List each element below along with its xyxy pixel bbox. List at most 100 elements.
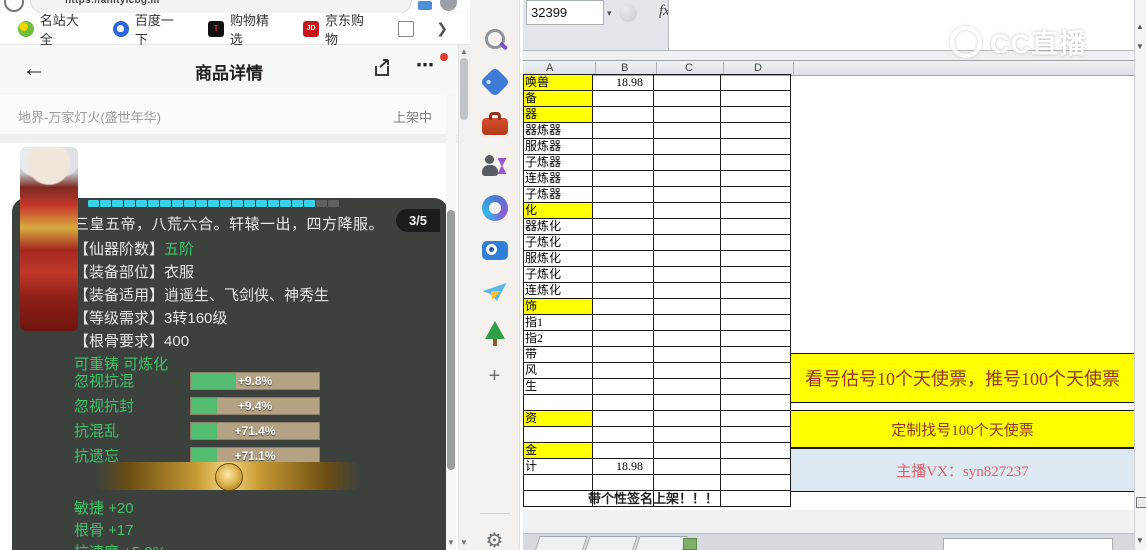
browser-extension-icon[interactable]	[418, 1, 432, 10]
vertical-scrollbar[interactable]	[1134, 0, 1146, 550]
tag-icon[interactable]	[479, 66, 510, 98]
cell-b[interactable]	[593, 395, 654, 411]
cell-b[interactable]	[593, 91, 654, 107]
cancel-entry-button[interactable]	[619, 4, 637, 22]
cell-d[interactable]	[721, 331, 791, 347]
plus-icon[interactable]: +	[482, 363, 508, 389]
cell-a[interactable]: 子炼化	[524, 235, 593, 251]
name-box[interactable]: 32399	[526, 0, 604, 25]
cell-b[interactable]	[593, 315, 654, 331]
column-header-b[interactable]: B	[621, 61, 628, 75]
page-indicator[interactable]: 3/5	[396, 209, 440, 232]
bookmark-item[interactable]: 名站大全	[18, 10, 91, 48]
cell-c[interactable]	[654, 395, 721, 411]
announcement-cell[interactable]: 定制找号100个天使票	[790, 410, 1135, 448]
cell-c[interactable]	[654, 411, 721, 427]
cell-a[interactable]: 子炼器	[524, 187, 593, 203]
ring-icon[interactable]	[481, 195, 508, 221]
cell-d[interactable]	[721, 427, 791, 443]
cell-b[interactable]	[593, 139, 654, 155]
star-icon[interactable]: ☆	[249, 0, 257, 3]
cell-a[interactable]: 指2	[524, 331, 593, 347]
cell-a[interactable]: 生	[524, 379, 593, 395]
cell-d[interactable]	[721, 283, 791, 299]
scroll-down-icon[interactable]: ▼	[1136, 536, 1144, 545]
cell-b[interactable]	[593, 379, 654, 395]
cell-b[interactable]	[593, 267, 654, 283]
search-icon[interactable]	[482, 27, 508, 53]
cell-a[interactable]: 资	[524, 411, 593, 427]
cell-c[interactable]	[654, 331, 721, 347]
cell-a[interactable]: 备	[524, 91, 593, 107]
cell-a[interactable]: 风	[524, 363, 593, 379]
scroll-up-icon[interactable]: ▲	[460, 47, 468, 56]
cell-d[interactable]	[721, 347, 791, 363]
cell-d[interactable]	[721, 123, 791, 139]
cell-a[interactable]	[524, 491, 593, 507]
cell-b[interactable]	[593, 171, 654, 187]
cell-d[interactable]	[721, 459, 791, 475]
cell-c[interactable]	[654, 75, 721, 91]
cell-a[interactable]	[524, 395, 593, 411]
cell-a[interactable]: 器	[524, 107, 593, 123]
cell-b[interactable]	[593, 203, 654, 219]
cell-c[interactable]	[654, 251, 721, 267]
cell-a[interactable]: 指1	[524, 315, 593, 331]
cell-a[interactable]: 饰	[524, 299, 593, 315]
bookmark-item[interactable]: T 购物精选	[208, 10, 281, 48]
cell-b[interactable]	[593, 411, 654, 427]
profile-avatar[interactable]	[440, 0, 457, 11]
cell-c[interactable]	[654, 219, 721, 235]
cell-a[interactable]: 唤兽	[524, 75, 593, 91]
scroll-down-icon[interactable]: ▼	[460, 538, 468, 547]
cell-b[interactable]	[593, 251, 654, 267]
cell-d[interactable]	[721, 203, 791, 219]
cell-b[interactable]	[593, 443, 654, 459]
bookmark-item[interactable]: JD 京东购物	[303, 10, 376, 48]
cell-c[interactable]	[654, 459, 721, 475]
cell-b[interactable]	[593, 155, 654, 171]
toolbox-icon[interactable]	[481, 111, 508, 137]
cell-c[interactable]	[654, 475, 721, 491]
cell-b[interactable]	[593, 475, 654, 491]
cell-d[interactable]	[721, 491, 791, 507]
column-header-d[interactable]: D	[754, 61, 762, 75]
cell-b[interactable]: 18.98	[593, 75, 654, 91]
paper-plane-icon[interactable]	[482, 279, 508, 305]
vx-contact-cell[interactable]: 主播VX：syn827237	[790, 448, 1135, 492]
cell-c[interactable]	[654, 235, 721, 251]
cell-d[interactable]	[721, 155, 791, 171]
cell-a[interactable]: 器炼器	[524, 123, 593, 139]
cell-a[interactable]: 金	[524, 443, 593, 459]
cell-a[interactable]: 子炼器	[524, 155, 593, 171]
cell-d[interactable]	[721, 379, 791, 395]
gear-icon[interactable]: ⚙	[482, 528, 508, 550]
cell-b[interactable]	[593, 427, 654, 443]
cell-c[interactable]	[654, 107, 721, 123]
cell-c[interactable]	[654, 283, 721, 299]
cell-c[interactable]	[654, 203, 721, 219]
cell-b[interactable]: 18.98	[593, 459, 654, 475]
cell-b[interactable]	[593, 363, 654, 379]
cell-d[interactable]	[721, 299, 791, 315]
camera-icon[interactable]	[481, 237, 508, 263]
cell-d[interactable]	[721, 107, 791, 123]
cell-b[interactable]	[593, 187, 654, 203]
cell-d[interactable]	[721, 315, 791, 331]
cell-b[interactable]	[593, 123, 654, 139]
sheet-tab[interactable]	[634, 536, 688, 550]
cell-c[interactable]	[654, 91, 721, 107]
cell-c[interactable]	[654, 363, 721, 379]
cell-b[interactable]	[593, 107, 654, 123]
sheet-tab[interactable]	[534, 536, 588, 550]
cell-c[interactable]	[654, 315, 721, 331]
cell-d[interactable]	[721, 443, 791, 459]
window-scrollbar-thumb[interactable]	[460, 58, 468, 120]
cell-d[interactable]	[721, 91, 791, 107]
cell-b[interactable]	[593, 299, 654, 315]
insert-sheet-button[interactable]	[683, 538, 697, 550]
cell-a[interactable]: 连炼器	[524, 171, 593, 187]
cell-c[interactable]	[654, 267, 721, 283]
cell-a[interactable]: 器炼化	[524, 219, 593, 235]
cell-d[interactable]	[721, 363, 791, 379]
